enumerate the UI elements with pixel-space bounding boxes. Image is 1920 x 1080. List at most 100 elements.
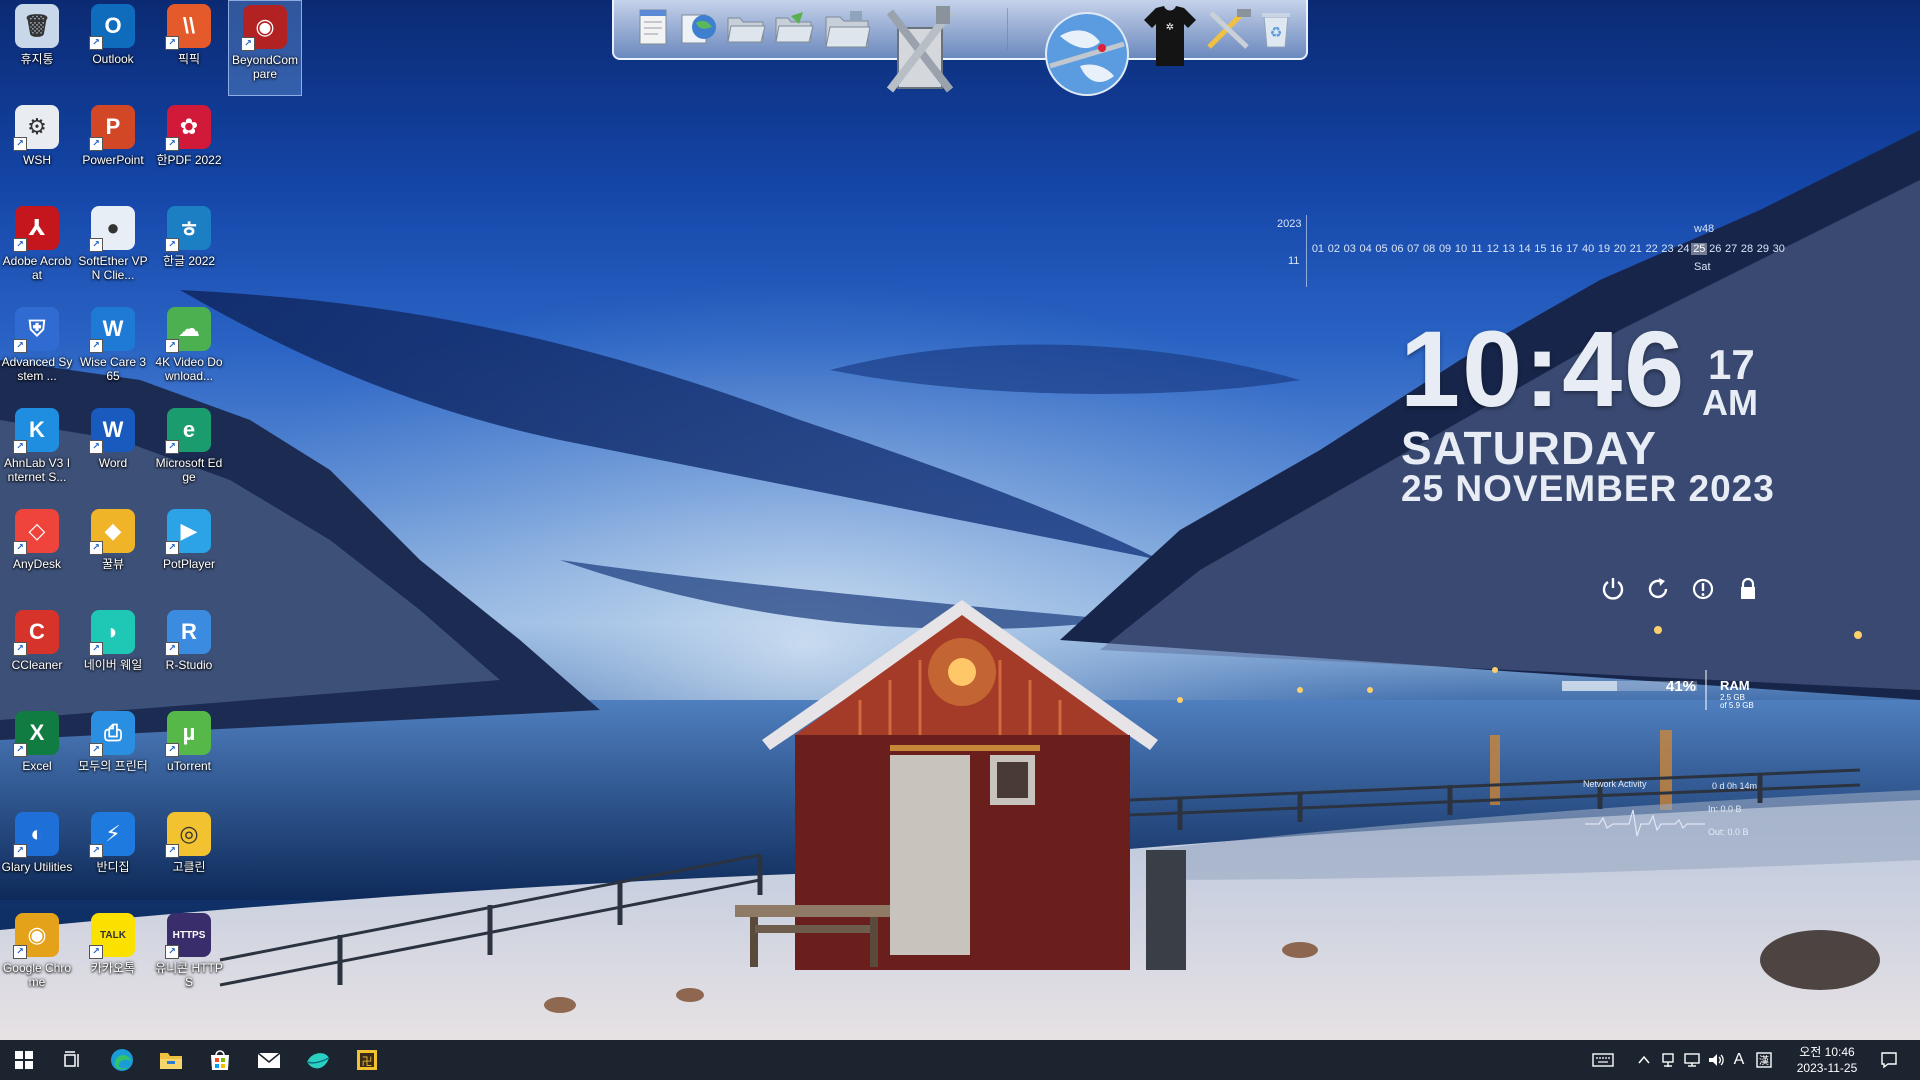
desktop-icon-edge[interactable]: e ↗ Microsoft Edge <box>152 404 226 500</box>
dock-item-folder[interactable] <box>725 8 767 48</box>
restart-button[interactable] <box>1645 576 1671 602</box>
desktop-icon-modu-printer[interactable]: ⎙ ↗ 모두의 프린터 <box>76 707 150 803</box>
dock-item-recycle[interactable]: ♻ <box>1254 6 1298 52</box>
shortcut-arrow-icon: ↗ <box>13 945 27 959</box>
desktop-icon-label: AnyDesk <box>12 557 62 571</box>
desktop-icon-label: Microsoft Edge <box>155 456 223 484</box>
kakaotalk-icon: TALK ↗ <box>89 913 135 959</box>
shortcut-arrow-icon: ↗ <box>165 541 179 555</box>
desktop-icon-label: WSH <box>23 153 51 167</box>
desktop-icon-bandizip[interactable]: ⚡ ↗ 반디집 <box>76 808 150 904</box>
tray-overflow-button[interactable] <box>1634 1040 1654 1080</box>
desktop-icon-label: uTorrent <box>166 759 212 773</box>
taskbar-file-explorer[interactable] <box>147 1040 195 1080</box>
dock-item-wrench-hammer[interactable] <box>1202 6 1254 52</box>
desktop-icon-anydesk[interactable]: ◇ ↗ AnyDesk <box>0 505 74 601</box>
shortcut-arrow-icon: ↗ <box>13 743 27 757</box>
desktop-icon-potplayer[interactable]: ▶ ↗ PotPlayer <box>152 505 226 601</box>
desktop-icon-goclean[interactable]: ◎ ↗ 고클린 <box>152 808 226 904</box>
tray-keyboard[interactable] <box>1587 1040 1619 1080</box>
tray-volume[interactable] <box>1704 1040 1728 1080</box>
desktop-icon-naver-whale[interactable]: ◗ ↗ 네이버 웨일 <box>76 606 150 702</box>
desktop-icon-hanpdf[interactable]: ✿ ↗ 한PDF 2022 <box>152 101 226 197</box>
desktop-icon-picpick[interactable]: \\ ↗ 픽픽 <box>152 0 226 96</box>
power-button[interactable] <box>1600 576 1626 602</box>
dock-item-folder-green[interactable] <box>773 8 815 48</box>
excel-icon-glyph: X <box>29 720 45 745</box>
calendar-day: 21 <box>1629 243 1642 255</box>
dock-item-notepad[interactable] <box>632 6 674 48</box>
hangul-icon-glyph: ㅎ <box>178 217 200 242</box>
desktop-icon-word[interactable]: W ↗ Word <box>76 404 150 500</box>
desktop-icon-adobe-acrobat[interactable]: ⅄ ↗ Adobe Acrobat <box>0 202 74 298</box>
taskbar-mail[interactable] <box>245 1040 293 1080</box>
shortcut-arrow-icon: ↗ <box>13 642 27 656</box>
start-button[interactable] <box>0 1040 48 1080</box>
desktop-icon-label: 유니콘 HTTPS <box>155 961 223 989</box>
desktop-icon-wise-care[interactable]: W ↗ Wise Care 365 <box>76 303 150 399</box>
chevron-up-icon <box>1638 1055 1650 1064</box>
task-view-icon <box>64 1051 79 1067</box>
dock-separator <box>1007 8 1008 50</box>
calendar-day: 02 <box>1327 243 1340 255</box>
calendar-day: 24 <box>1677 243 1690 255</box>
taskbar-edge[interactable] <box>98 1040 146 1080</box>
notepad-icon <box>639 9 667 45</box>
chrome-icon: ◉ ↗ <box>13 913 59 959</box>
dock-item-tshirt[interactable]: ✲ <box>1141 4 1199 68</box>
advanced-systemcare-icon: ⛨ ↗ <box>13 307 59 353</box>
shortcut-arrow-icon: ↗ <box>165 844 179 858</box>
desktop-icon-advanced-systemcare[interactable]: ⛨ ↗ Advanced System ... <box>0 303 74 399</box>
tray-ime-mode[interactable]: A <box>1728 1040 1750 1080</box>
taskbar-clock-date[interactable]: 2023-11-25 <box>1790 1060 1864 1076</box>
taskbar-whale[interactable] <box>294 1040 342 1080</box>
task-view-button[interactable] <box>48 1040 96 1080</box>
desktop-icon-kakaotalk[interactable]: TALK ↗ 카카오톡 <box>76 909 150 1005</box>
desktop-icon-ahnlab-v3[interactable]: K ↗ AhnLab V3 Internet S... <box>0 404 74 500</box>
notification-center-button[interactable] <box>1873 1040 1905 1080</box>
desktop-icon-honeyview[interactable]: ◆ ↗ 꿀뷰 <box>76 505 150 601</box>
lock-button[interactable] <box>1735 576 1761 602</box>
desktop-icon-recycle-bin[interactable]: 🗑 휴지통 <box>0 0 74 96</box>
desktop-icon-chrome[interactable]: ◉ ↗ Google Chrome <box>0 909 74 1005</box>
desktop-icon-outlook[interactable]: O ↗ Outlook <box>76 0 150 96</box>
file-explorer-icon <box>160 1053 182 1069</box>
desktop-icon-unicorn-https[interactable]: HTTPS ↗ 유니콘 HTTPS <box>152 909 226 1005</box>
desktop-icon-wsh[interactable]: ⚙ ↗ WSH <box>0 101 74 197</box>
desktop-icon-label: Word <box>98 456 128 470</box>
desktop-icon-beyond-compare[interactable]: ◉ ↗ BeyondCompare <box>228 0 302 96</box>
powerpoint-icon-glyph: P <box>105 114 121 139</box>
desktop-icon-glary-utilities[interactable]: ◐ ↗ Glary Utilities <box>0 808 74 904</box>
dock-item-folder-network[interactable] <box>821 6 873 52</box>
dock-item-tools[interactable] <box>882 4 958 100</box>
tray-device[interactable] <box>1656 1040 1680 1080</box>
dock-item-globe-document[interactable] <box>677 6 719 48</box>
shortcut-arrow-icon: ↗ <box>89 541 103 555</box>
desktop-icon-softether-vpn[interactable]: ● ↗ SoftEther VPN Clie... <box>76 202 150 298</box>
dock-item-internet[interactable] <box>1040 4 1134 104</box>
taskbar-clock-time[interactable]: 오전 10:46 <box>1795 1044 1859 1060</box>
desktop-icon-utorrent[interactable]: µ ↗ uTorrent <box>152 707 226 803</box>
tray-network[interactable] <box>1680 1040 1704 1080</box>
desktop-icon-excel[interactable]: X ↗ Excel <box>0 707 74 803</box>
desktop-icon-ccleaner[interactable]: C ↗ CCleaner <box>0 606 74 702</box>
tray-ime-pad[interactable]: 漢 <box>1752 1040 1776 1080</box>
network-icon <box>1684 1053 1700 1067</box>
taskbar-store[interactable] <box>196 1040 244 1080</box>
taskbar-app[interactable]: 卍 <box>343 1040 391 1080</box>
shortcut-arrow-icon: ↗ <box>13 137 27 151</box>
calendar-day: 11 <box>1471 243 1483 255</box>
desktop-icon-r-studio[interactable]: R ↗ R-Studio <box>152 606 226 702</box>
edge-icon-glyph: e <box>182 417 196 442</box>
desktop-icon-4k-video-downloader[interactable]: ☁ ↗ 4K Video Download... <box>152 303 226 399</box>
notification-icon <box>1881 1052 1897 1069</box>
sleep-button[interactable] <box>1690 576 1716 602</box>
desktop-icon-label: Advanced System ... <box>1 355 73 383</box>
shortcut-arrow-icon: ↗ <box>89 642 103 656</box>
r-studio-icon: R ↗ <box>165 610 211 656</box>
desktop-icon-hangul[interactable]: ㅎ ↗ 한글 2022 <box>152 202 226 298</box>
calendar-month: 11 <box>1288 255 1300 267</box>
desktop-icon-label: Excel <box>22 759 52 773</box>
desktop-icon-powerpoint[interactable]: P ↗ PowerPoint <box>76 101 150 197</box>
wallpaper-scene <box>0 0 1920 1040</box>
